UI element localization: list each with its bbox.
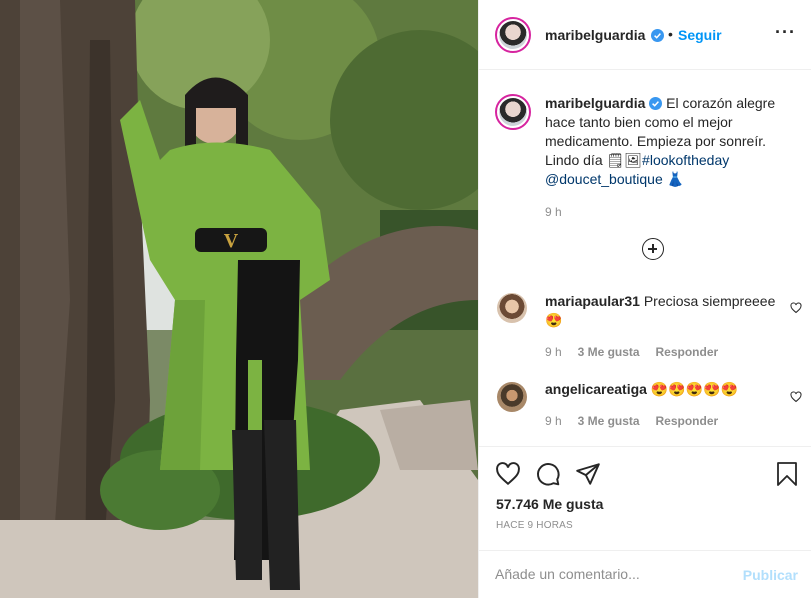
comment-likes[interactable]: 3 Me gusta <box>578 345 640 359</box>
comment-item: angelicareatiga 😍😍😍😍😍 9 h 3 Me gusta Res… <box>545 380 785 431</box>
comment-username[interactable]: mariapaular31 <box>545 293 640 309</box>
caption-time: 9 h <box>545 205 562 219</box>
comment-like-icon[interactable] <box>790 302 802 314</box>
caption-emoji: 🗒🖼 <box>606 152 643 168</box>
comment-composer: Publicar <box>479 550 811 600</box>
comment-time: 9 h <box>545 414 562 428</box>
share-icon[interactable] <box>575 461 601 487</box>
comment-time: 9 h <box>545 345 562 359</box>
comment-text: 😍😍😍😍😍 <box>650 381 738 397</box>
more-options-icon[interactable]: ··· <box>775 22 796 43</box>
comment-like-icon[interactable] <box>790 391 802 403</box>
svg-text:V: V <box>224 230 239 252</box>
author-username[interactable]: maribelguardia <box>545 27 645 43</box>
commenter-avatar[interactable] <box>497 382 527 412</box>
like-count[interactable]: 57.746 Me gusta <box>496 496 603 512</box>
comment-icon[interactable] <box>535 461 561 487</box>
post-timestamp[interactable]: HACE 9 HORAS <box>496 520 573 531</box>
hashtag-link[interactable]: #lookoftheday <box>642 152 729 168</box>
verified-badge-icon <box>651 29 664 42</box>
comment-reply-button[interactable]: Responder <box>655 345 718 359</box>
caption-username[interactable]: maribelguardia <box>545 95 645 111</box>
publish-button[interactable]: Publicar <box>743 567 798 583</box>
comment-reply-button[interactable]: Responder <box>655 414 718 428</box>
commenter-avatar[interactable] <box>497 293 527 323</box>
load-more-comments-button[interactable] <box>642 238 664 260</box>
author-avatar[interactable] <box>495 17 531 53</box>
post-photo[interactable]: V <box>0 0 478 598</box>
verified-badge-icon <box>649 97 663 110</box>
post-actions-section: 57.746 Me gusta HACE 9 HORAS Publicar <box>479 446 811 599</box>
caption-author-avatar[interactable] <box>495 94 531 130</box>
comment-username[interactable]: angelicareatiga <box>545 381 647 397</box>
comment-likes[interactable]: 3 Me gusta <box>578 414 640 428</box>
comment-item: mariapaular31 Preciosa siempreeee 😍 9 h … <box>545 292 785 362</box>
header-dot-separator: • <box>668 26 673 42</box>
post-caption: maribelguardia El corazón alegre hace ta… <box>545 94 801 222</box>
follow-button[interactable]: Seguir <box>678 27 722 43</box>
bookmark-icon[interactable] <box>775 461 799 487</box>
comment-input[interactable] <box>495 566 725 582</box>
post-header: maribelguardia • Seguir ··· <box>479 0 811 70</box>
mention-emoji: 👗 <box>666 171 685 187</box>
mention-link[interactable]: @doucet_boutique <box>545 171 663 187</box>
post-side-panel: maribelguardia • Seguir ··· maribelguard… <box>478 0 811 598</box>
heart-icon[interactable] <box>495 461 521 487</box>
photo-illustration: V <box>0 0 478 598</box>
